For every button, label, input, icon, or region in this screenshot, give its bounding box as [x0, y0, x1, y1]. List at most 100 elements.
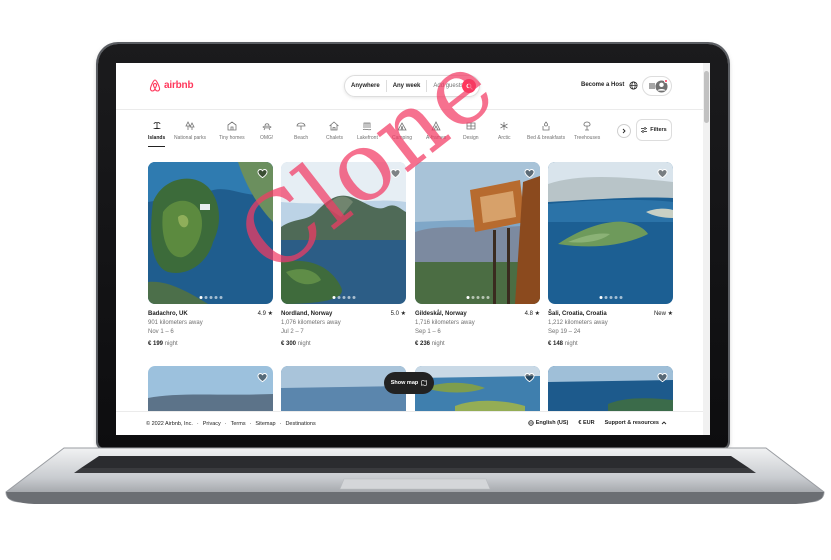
carousel-dot[interactable]	[347, 296, 350, 299]
scrollbar-thumb[interactable]	[704, 71, 709, 123]
category-label: Arctic	[498, 135, 511, 141]
listing-rating: 5.0 ★	[390, 311, 406, 317]
listing-price: € 300 night	[281, 340, 406, 349]
tent-icon	[397, 122, 407, 131]
ufo-icon	[262, 123, 272, 131]
listing-card[interactable]: Nordland, Norway 5.0 ★ 1,076 kilometers …	[281, 162, 406, 349]
carousel-dot[interactable]	[204, 296, 207, 299]
heart-icon[interactable]	[524, 372, 535, 383]
heart-icon[interactable]	[524, 168, 535, 179]
category-beach[interactable]: Beach	[294, 121, 308, 141]
search-anywhere[interactable]: Anywhere	[345, 80, 386, 92]
carousel-dot[interactable]	[471, 296, 474, 299]
carousel-dot[interactable]	[609, 296, 612, 299]
footer-link-sitemap[interactable]: Sitemap	[255, 421, 275, 427]
carousel-dot[interactable]	[466, 296, 469, 299]
category-bed-breakfasts[interactable]: Bed & breakfasts	[527, 121, 565, 141]
carousel-dot[interactable]	[476, 296, 479, 299]
carousel-dot[interactable]	[337, 296, 340, 299]
heart-icon[interactable]	[257, 168, 268, 179]
category-chalets[interactable]: Chalets	[326, 121, 343, 141]
heart-icon[interactable]	[657, 372, 668, 383]
listing-photo[interactable]	[148, 162, 273, 304]
price-unit: night	[431, 341, 445, 347]
listing-photo[interactable]	[415, 162, 540, 304]
category-design[interactable]: Design	[463, 121, 479, 141]
become-host-link[interactable]: Become a Host	[581, 82, 624, 88]
browser-screen: airbnb Anywhere Any week Add guests Beco…	[116, 63, 710, 435]
category-label: Design	[463, 135, 479, 141]
map-icon	[421, 380, 428, 386]
globe-icon[interactable]	[629, 81, 638, 90]
price-unit: night	[564, 341, 578, 347]
listing-distance: 1,716 kilometers away	[415, 320, 475, 326]
listing-info: Šali, Croatia, Croatia New ★ 1,212 kilom…	[548, 310, 673, 349]
filters-icon	[641, 127, 648, 133]
category-a-frames[interactable]: A-frames	[426, 121, 446, 141]
carousel-dot[interactable]	[604, 296, 607, 299]
carousel-dot[interactable]	[342, 296, 345, 299]
heart-icon[interactable]	[257, 372, 268, 383]
price-amount: € 148	[548, 341, 564, 347]
category-next-button[interactable]	[617, 124, 631, 138]
carousel-dot[interactable]	[219, 296, 222, 299]
listing-card[interactable]: Šali, Croatia, Croatia New ★ 1,212 kilom…	[548, 162, 673, 349]
carousel-dots	[466, 296, 489, 299]
category-lakefront[interactable]: Lakefront	[357, 121, 378, 141]
category-tiny-homes[interactable]: Tiny homes	[219, 121, 245, 141]
carousel-dot[interactable]	[199, 296, 202, 299]
listing-photo-partial[interactable]	[148, 366, 273, 412]
carousel-dot[interactable]	[209, 296, 212, 299]
category-label: A-frames	[426, 135, 447, 141]
category-islands[interactable]: Islands	[148, 121, 165, 147]
carousel-dot[interactable]	[481, 296, 484, 299]
footer-link-destinations[interactable]: Destinations	[285, 421, 315, 427]
language-selector[interactable]: English (US)	[527, 420, 568, 426]
listing-info: Nordland, Norway 5.0 ★ 1,076 kilometers …	[281, 310, 406, 349]
footer-link-terms[interactable]: Terms	[231, 421, 246, 427]
carousel-dots	[599, 296, 622, 299]
heart-icon[interactable]	[657, 168, 668, 179]
a-frame-icon	[431, 121, 441, 131]
notification-dot	[664, 79, 668, 83]
carousel-dot[interactable]	[486, 296, 489, 299]
currency-selector[interactable]: € EUR	[578, 420, 594, 426]
category-national-parks[interactable]: National parks	[174, 121, 206, 141]
listing-photo[interactable]	[281, 162, 406, 304]
listing-image	[415, 366, 540, 412]
category-label: Lakefront	[357, 135, 378, 141]
listing-rating: New ★	[653, 311, 673, 317]
user-menu-button[interactable]	[642, 76, 672, 96]
airbnb-logo[interactable]: airbnb	[149, 79, 194, 92]
carousel-dot[interactable]	[332, 296, 335, 299]
carousel-dot[interactable]	[599, 296, 602, 299]
category-omg[interactable]: OMG!	[260, 121, 273, 141]
footer-link-privacy[interactable]: Privacy	[203, 421, 221, 427]
carousel-dot[interactable]	[214, 296, 217, 299]
price-amount: € 236	[415, 341, 431, 347]
support-resources-button[interactable]: Support & resources	[605, 420, 667, 426]
support-label: Support & resources	[604, 420, 659, 426]
tiny-home-icon	[227, 121, 237, 131]
listing-photo-partial[interactable]	[415, 366, 540, 412]
search-any-week[interactable]: Any week	[387, 80, 427, 92]
search-bar[interactable]: Anywhere Any week Add guests	[344, 75, 480, 97]
carousel-dot[interactable]	[614, 296, 617, 299]
scrollbar[interactable]	[703, 63, 710, 435]
carousel-dot[interactable]	[619, 296, 622, 299]
listing-card[interactable]: Gildeskål, Norway 4.8 ★ 1,716 kilometers…	[415, 162, 540, 349]
category-treehouses[interactable]: Treehouses	[574, 121, 600, 141]
show-map-button[interactable]: Show map	[384, 372, 434, 394]
category-arctic[interactable]: Arctic	[498, 121, 511, 141]
listing-photo-partial[interactable]	[548, 366, 673, 412]
globe-icon	[527, 420, 534, 426]
footer-separator: ·	[224, 421, 227, 427]
listing-card[interactable]: Badachro, UK 4.9 ★ 901 kilometers away N…	[148, 162, 273, 349]
filters-button[interactable]: Filters	[636, 119, 672, 141]
search-button[interactable]	[462, 79, 476, 93]
heart-icon[interactable]	[390, 168, 401, 179]
carousel-dot[interactable]	[352, 296, 355, 299]
listing-photo[interactable]	[548, 162, 673, 304]
category-camping[interactable]: Camping	[392, 121, 412, 141]
island-icon	[152, 122, 161, 129]
